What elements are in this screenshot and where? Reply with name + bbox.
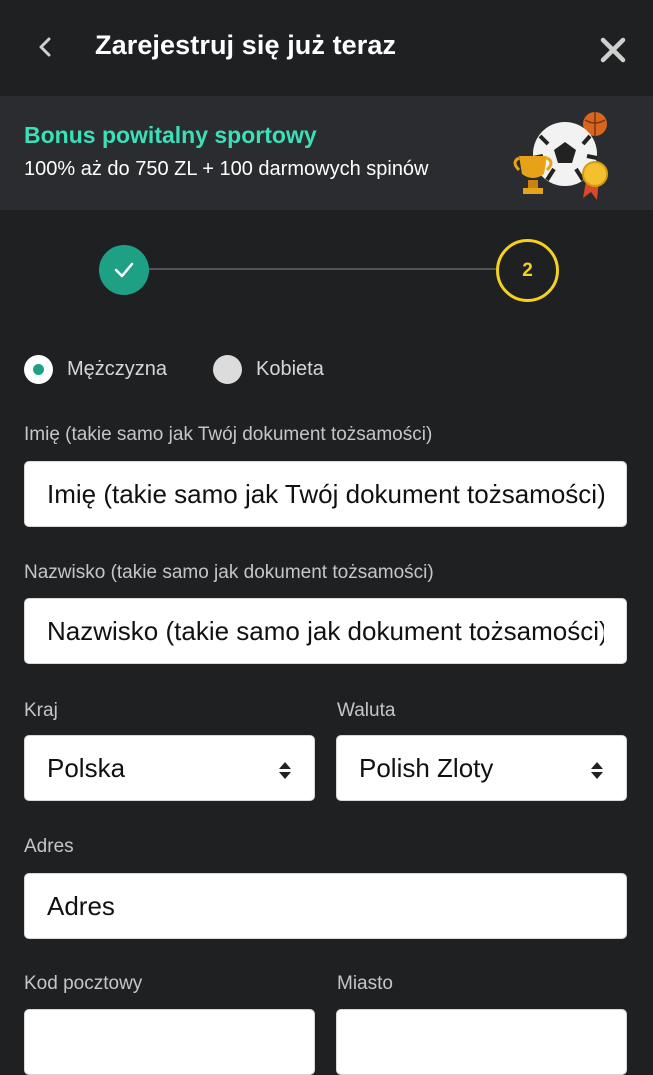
checkmark-icon bbox=[114, 262, 134, 278]
radio-checked[interactable] bbox=[24, 354, 53, 384]
header: Zarejestruj się już teraz bbox=[0, 0, 653, 96]
sort-arrows-icon bbox=[279, 762, 291, 779]
last-name-label: Nazwisko (takie samo jak dokument tożsam… bbox=[24, 562, 434, 583]
gender-option-female[interactable]: Kobieta bbox=[213, 354, 324, 384]
progress-stepper: 2 bbox=[0, 210, 653, 330]
gender-label-male: Mężczyzna bbox=[67, 357, 168, 380]
address-placeholder: Adres bbox=[47, 890, 115, 921]
first-name-input[interactable]: Imię (takie samo jak Twój dokument tożsa… bbox=[24, 461, 627, 527]
country-label: Kraj bbox=[24, 700, 58, 721]
address-input[interactable]: Adres bbox=[24, 873, 627, 939]
bonus-description: 100% aż do 750 ZL + 100 darmowych spinów bbox=[24, 158, 429, 180]
step-1-complete bbox=[99, 245, 149, 295]
step-2-current: 2 bbox=[496, 239, 559, 302]
last-name-placeholder: Nazwisko (takie samo jak dokument tożsam… bbox=[47, 615, 604, 646]
postal-code-input[interactable] bbox=[24, 1009, 315, 1075]
radio-unchecked[interactable] bbox=[213, 354, 242, 384]
sort-arrows-icon bbox=[591, 762, 603, 779]
page-title: Zarejestruj się już teraz bbox=[95, 30, 397, 60]
city-input[interactable] bbox=[336, 1009, 627, 1075]
bonus-title: Bonus powitalny sportowy bbox=[24, 122, 317, 148]
country-value: Polska bbox=[47, 752, 126, 783]
postal-code-label: Kod pocztowy bbox=[24, 973, 143, 994]
first-name-placeholder: Imię (takie samo jak Twój dokument tożsa… bbox=[47, 478, 604, 509]
radio-dot bbox=[33, 363, 44, 375]
soccer-trophy-icon bbox=[513, 112, 608, 200]
bonus-banner: Bonus powitalny sportowy 100% aż do 750 … bbox=[0, 96, 653, 210]
city-label: Miasto bbox=[337, 973, 393, 994]
chevron-left-icon[interactable] bbox=[30, 30, 60, 64]
gender-option-male[interactable]: Mężczyzna bbox=[24, 354, 167, 384]
currency-label: Waluta bbox=[337, 700, 396, 721]
last-name-input[interactable]: Nazwisko (takie samo jak dokument tożsam… bbox=[24, 598, 627, 664]
currency-select[interactable]: Polish Zloty bbox=[336, 735, 627, 801]
step-connector bbox=[140, 268, 500, 270]
first-name-label: Imię (takie samo jak Twój dokument tożsa… bbox=[24, 424, 433, 445]
currency-value: Polish Zloty bbox=[359, 752, 494, 783]
gender-selector: Mężczyzna Kobieta bbox=[24, 354, 624, 386]
address-label: Adres bbox=[24, 836, 74, 857]
country-select[interactable]: Polska bbox=[24, 735, 315, 801]
close-icon[interactable] bbox=[597, 34, 629, 66]
gender-label-female: Kobieta bbox=[256, 357, 324, 380]
